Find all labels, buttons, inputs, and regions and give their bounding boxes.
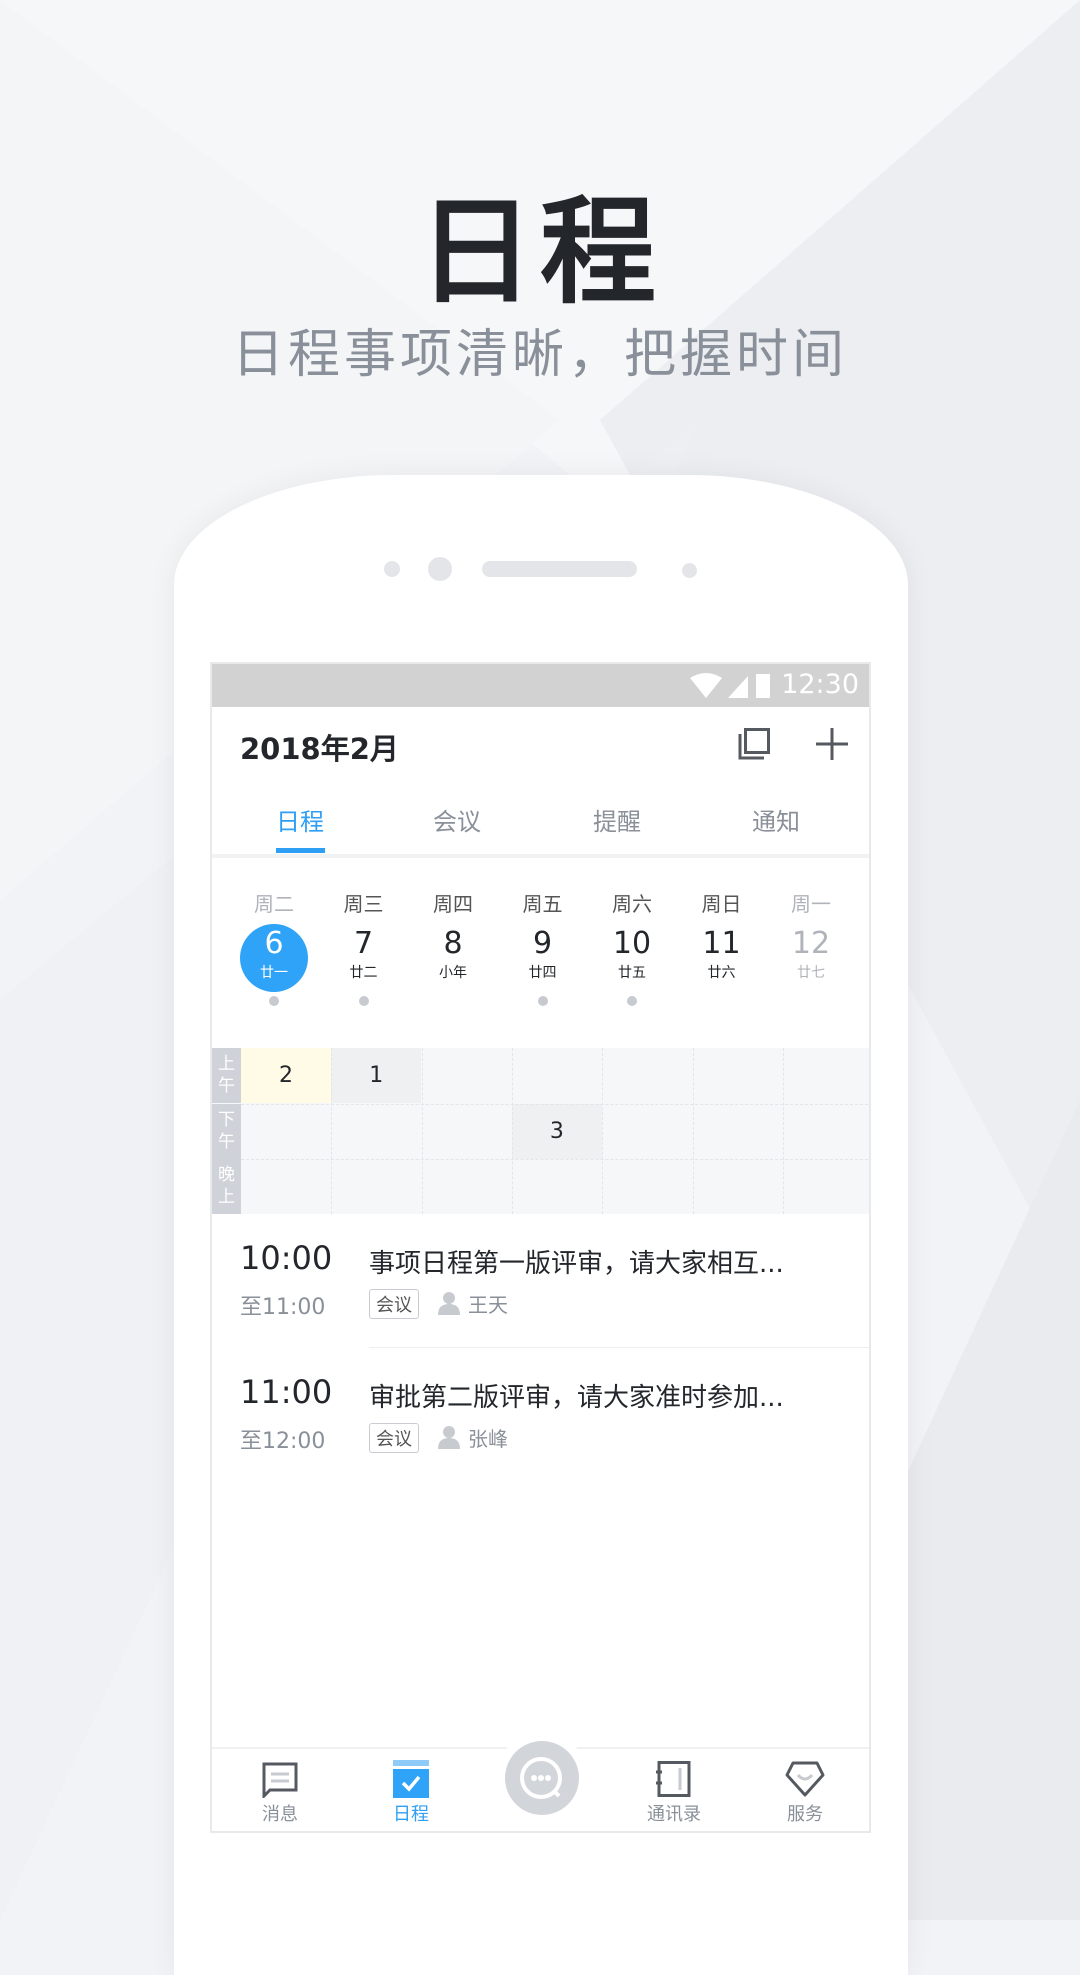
message-icon[interactable] [262,1762,298,1798]
event-title: 事项日程第一版评审，请大家相互... [369,1249,784,1279]
day-number[interactable]: 7 [319,928,409,960]
grid-line [602,1048,604,1214]
day-number[interactable]: 8 [408,928,498,960]
event-end-time: 至12:00 [240,1429,326,1454]
event-dot [358,996,369,1006]
app-screen: 12:30 2018年2月 日程 会议 提醒 通知 周二 6 廿一 周三 7 廿二 周四 8 小… [210,662,871,1833]
grid-cell-count[interactable]: 1 [331,1048,422,1103]
divider [369,1347,869,1348]
chat-search-button[interactable] [505,1741,579,1815]
event-organizer: 张峰 [468,1427,508,1451]
event-start-time: 10:00 [240,1239,333,1277]
grid-cell-count[interactable]: 3 [511,1103,602,1159]
wifi-icon [690,673,770,698]
weekday-label: 周六 [612,892,652,916]
grid-line [331,1048,333,1214]
plus-icon[interactable] [816,728,848,760]
event-tag: 会议 [369,1423,419,1453]
period-label: 下午 [212,1103,241,1159]
day-number[interactable]: 9 [498,928,588,960]
contacts-book-icon[interactable] [656,1761,692,1797]
week-overview-grid: 上午 下午 晚上 2 1 3 [212,1048,869,1214]
grid-line [241,1159,869,1160]
nav-label-services[interactable]: 服务 [760,1800,850,1826]
event-end-time: 至11:00 [240,1295,326,1320]
battery-icon [756,674,770,698]
lunar-date: 廿六 [707,965,736,981]
weekday-label: 周五 [522,892,563,916]
grid-cell-count[interactable]: 2 [241,1048,331,1103]
status-time: 12:30 [781,669,859,700]
headline: 日程 [418,185,662,320]
day-number[interactable]: 10 [587,928,677,960]
calendar-check-icon[interactable] [393,1760,429,1798]
event-dot [537,996,548,1006]
nav-label-messages[interactable]: 消息 [235,1800,325,1826]
grid-line [692,1048,694,1214]
lunar-date: 廿五 [618,965,646,981]
copy-icon[interactable] [738,728,770,760]
period-label: 上午 [212,1048,241,1103]
day-number[interactable]: 6 [229,928,319,960]
weekday-label: 周四 [433,892,473,916]
tab-notice[interactable]: 通知 [696,802,856,837]
day-number[interactable]: 12 [766,928,856,960]
nav-label-schedule[interactable]: 日程 [366,1800,456,1826]
event-start-time: 11:00 [240,1373,333,1411]
phone-speaker [482,561,637,577]
weekday-label: 周日 [701,892,742,916]
grid-line [511,1048,513,1214]
tab-meeting[interactable]: 会议 [377,802,537,837]
nav-label-contacts[interactable]: 通讯录 [629,1800,719,1826]
lunar-date: 廿四 [528,965,557,981]
tab-schedule[interactable]: 日程 [220,802,380,837]
event-title: 审批第二版评审，请大家准时参加... [369,1383,784,1413]
event-dot [269,996,279,1006]
weekday-label: 周一 [791,892,831,916]
grid-line [421,1048,423,1214]
subtitle: 日程事项清晰，把握时间 [231,325,848,385]
grid-line [782,1048,784,1214]
lunar-date: 廿二 [349,965,378,981]
page-title: 2018年2月 [240,732,399,766]
lunar-date: 小年 [439,965,467,981]
tab-reminder[interactable]: 提醒 [537,802,697,837]
signal-icon [728,676,748,698]
person-icon [438,1292,460,1315]
weekday-label: 周三 [343,892,384,916]
status-bar: 12:30 [212,664,869,707]
lunar-date: 廿一 [260,965,288,981]
event-dot [627,996,637,1006]
period-label: 晚上 [212,1159,241,1214]
chat-search-icon [520,1757,562,1799]
phone-sensor [682,563,697,578]
event-tag: 会议 [369,1289,419,1319]
event-organizer: 王天 [468,1293,508,1317]
divider [212,854,869,858]
lunar-date: 廿七 [797,965,825,981]
grid-line [241,1103,869,1105]
service-gem-icon[interactable] [785,1761,825,1797]
phone-camera [428,557,452,581]
person-icon [438,1426,460,1449]
day-number[interactable]: 11 [677,928,767,960]
phone-sensor [384,561,400,577]
active-tab-indicator [276,848,325,853]
weekday-label: 周二 [254,892,294,916]
